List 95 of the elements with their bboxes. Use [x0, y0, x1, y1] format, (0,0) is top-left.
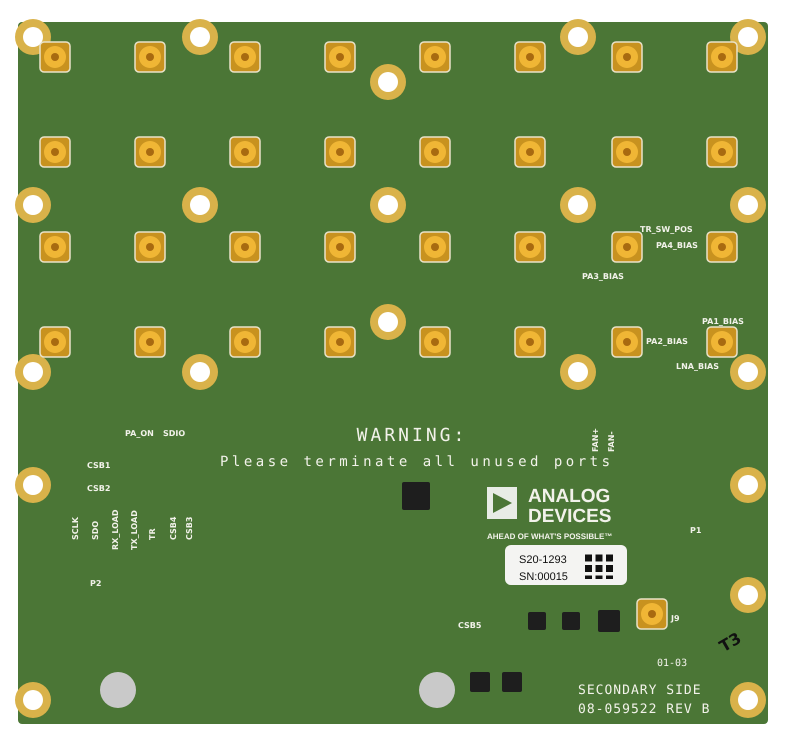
chip: [598, 610, 620, 632]
silkscreen-label: P1: [690, 526, 702, 535]
mounting-hole: [15, 187, 51, 223]
chip: [528, 612, 546, 630]
sma-connector: [324, 231, 356, 263]
mounting-hole: [15, 682, 51, 718]
sma-connector: [419, 326, 451, 358]
mounting-hole: [182, 19, 218, 55]
sma-connector: [514, 41, 546, 73]
sma-connector: [706, 231, 738, 263]
silkscreen-label: CSB1: [87, 461, 110, 470]
sma-connector: [611, 326, 643, 358]
qr-code-icon: [585, 554, 613, 579]
silkscreen-label: FAN+: [591, 428, 600, 452]
warning-heading: WARNING:: [356, 425, 468, 446]
mounting-hole: [730, 354, 766, 390]
sma-connector: [419, 136, 451, 168]
silkscreen-label: PA4_BIAS: [656, 241, 698, 250]
silkscreen-label: LNA_BIAS: [676, 362, 720, 371]
silkscreen-label: RX_LOAD: [111, 509, 120, 550]
silkscreen-label: PA3_BIAS: [582, 272, 624, 281]
silkscreen-label: CSB4: [169, 516, 178, 540]
silkscreen-label: P2: [90, 579, 102, 588]
sma-connector: [229, 136, 261, 168]
chip: [502, 672, 522, 692]
mounting-hole: [370, 304, 406, 340]
mounting-hole: [15, 467, 51, 503]
mounting-hole: [730, 19, 766, 55]
sma-connector: [514, 136, 546, 168]
silkscreen-label: SCLK: [71, 517, 80, 540]
mounting-hole: [419, 672, 455, 708]
warning-text: Please terminate all unused ports: [220, 454, 610, 470]
mounting-hole: [370, 187, 406, 223]
mounting-hole: [730, 187, 766, 223]
board-title-text: 08-059522 REV B: [578, 702, 710, 717]
sma-connector: [706, 41, 738, 73]
tagline-text: AHEAD OF WHAT'S POSSIBLE™: [487, 532, 612, 541]
sma-connector: [39, 231, 71, 263]
logo-text: ANALOG: [528, 486, 610, 507]
sma-connector: [419, 231, 451, 263]
silkscreen-label: PA_ON: [125, 429, 154, 438]
mounting-hole: [182, 187, 218, 223]
sma-connector: [419, 41, 451, 73]
silkscreen-label: PA1_BIAS: [702, 317, 744, 326]
board-title-text: SECONDARY SIDE: [578, 683, 702, 698]
logo-text: DEVICES: [528, 506, 612, 527]
sma-connector: [611, 136, 643, 168]
mounting-hole: [560, 19, 596, 55]
chip: [562, 612, 580, 630]
sma-connector: [134, 231, 166, 263]
sma-connector: [39, 136, 71, 168]
sma-connector: [134, 326, 166, 358]
serial-label-text: S20-1293: [519, 554, 567, 566]
silkscreen-label: TR_SW_POS: [640, 225, 693, 234]
chip: [470, 672, 490, 692]
silkscreen-label: SDIO: [163, 429, 186, 438]
silkscreen-label: CSB2: [87, 484, 110, 493]
mounting-hole: [560, 354, 596, 390]
triangle-logo-icon: [493, 493, 512, 513]
sma-connector: [324, 326, 356, 358]
mounting-hole: [730, 682, 766, 718]
sma-connector: [706, 136, 738, 168]
marker-text: T3: [716, 628, 745, 656]
silkscreen-label: SDO: [91, 520, 100, 540]
mounting-hole: [560, 187, 596, 223]
silkscreen-label: J9: [671, 614, 680, 623]
mounting-hole: [370, 64, 406, 100]
sma-connector: [514, 231, 546, 263]
sma-connector: [706, 326, 738, 358]
sma-connector: [39, 41, 71, 73]
sma-connector: [39, 326, 71, 358]
sma-connector: [636, 598, 668, 630]
mounting-hole: [100, 672, 136, 708]
chip: [402, 482, 430, 510]
sma-connector: [514, 326, 546, 358]
sma-connector: [229, 326, 261, 358]
silkscreen-label: CSB3: [185, 516, 194, 540]
silkscreen-label: TX_LOAD: [130, 510, 139, 550]
mounting-hole: [15, 354, 51, 390]
silkscreen-label: PA2_BIAS: [646, 337, 688, 346]
sma-connector: [134, 136, 166, 168]
sma-connector: [324, 41, 356, 73]
silkscreen-label: TR: [148, 528, 157, 540]
mounting-hole: [182, 354, 218, 390]
sma-connector: [134, 41, 166, 73]
mounting-hole: [730, 467, 766, 503]
sma-connector: [229, 41, 261, 73]
sma-connector: [229, 231, 261, 263]
serial-label-text: SN:00015: [519, 571, 568, 583]
silkscreen-label: FAN-: [607, 431, 616, 452]
mounting-hole: [730, 577, 766, 613]
sma-connector: [611, 41, 643, 73]
silkscreen-label: 01-03: [657, 658, 688, 669]
silkscreen-label: CSB5: [458, 621, 482, 630]
sma-connector: [324, 136, 356, 168]
